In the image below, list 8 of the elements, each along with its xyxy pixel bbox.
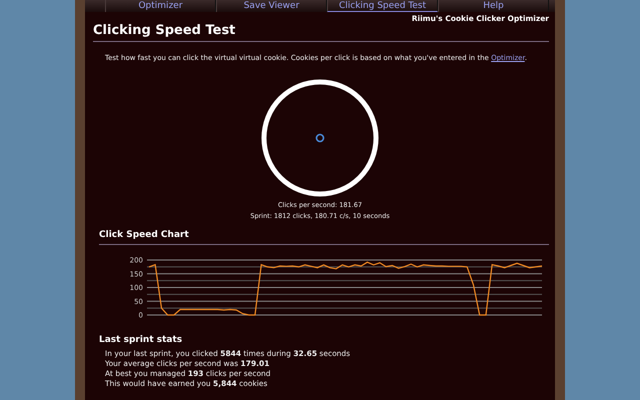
- page-title: Clicking Speed Test: [93, 23, 549, 42]
- nav-tab[interactable]: Optimizer: [105, 0, 216, 12]
- nav-tab[interactable]: Help: [438, 0, 549, 12]
- nav-tab[interactable]: Save Viewer: [216, 0, 327, 12]
- section-heading: Last sprint stats: [99, 335, 184, 347]
- click-target-circle[interactable]: [260, 78, 380, 198]
- section-heading: Click Speed Chart: [99, 230, 549, 245]
- nav-tab[interactable]: Clicking Speed Test: [327, 0, 438, 12]
